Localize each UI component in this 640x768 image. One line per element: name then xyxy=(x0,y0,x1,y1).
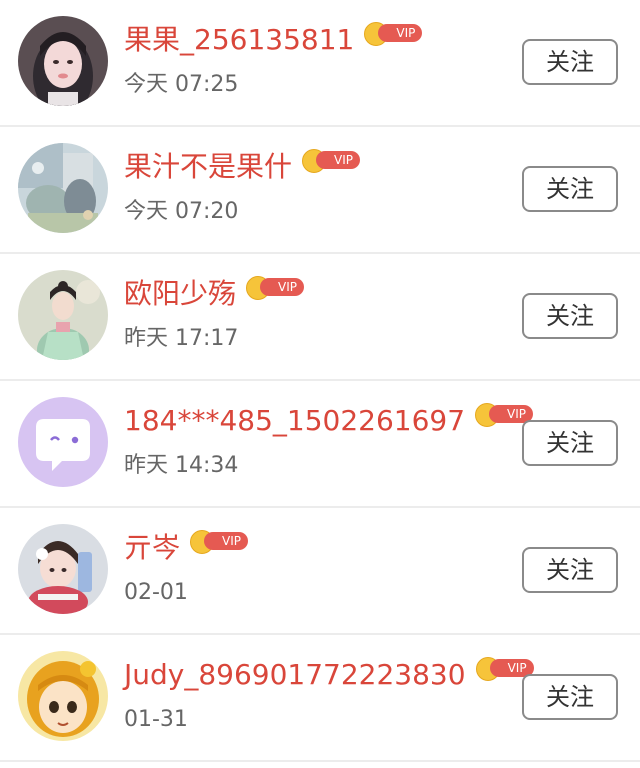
visit-time: 昨天 14:34 xyxy=(124,453,239,478)
vip-label: VIP xyxy=(378,24,423,42)
blurred-photo-avatar-icon xyxy=(18,143,108,233)
woman-portrait-avatar-icon xyxy=(18,16,108,106)
username[interactable]: 果果_256135811 xyxy=(124,20,354,60)
vip-label: VIP xyxy=(260,278,305,296)
username[interactable]: Judy_896901772223830 xyxy=(124,655,466,695)
avatar[interactable] xyxy=(18,397,108,487)
avatar[interactable] xyxy=(18,143,108,233)
username[interactable]: 欧阳少殇 xyxy=(124,274,236,314)
follow-button[interactable]: 关注 xyxy=(522,420,618,466)
avatar[interactable] xyxy=(18,651,108,741)
hanfu-girl-avatar-icon xyxy=(18,270,108,360)
user-row[interactable]: Judy_896901772223830 VIP 01-31 关注 xyxy=(0,635,640,762)
vip-badge: VIP xyxy=(364,22,424,46)
visit-time: 今天 07:20 xyxy=(124,199,239,224)
follow-button[interactable]: 关注 xyxy=(522,166,618,212)
username[interactable]: 184***485_1502261697 xyxy=(124,401,465,441)
follow-button[interactable]: 关注 xyxy=(522,547,618,593)
visit-time: 02-01 xyxy=(124,580,188,605)
girl-with-flower-avatar-icon xyxy=(18,524,108,614)
follow-button[interactable]: 关注 xyxy=(522,39,618,85)
follow-button[interactable]: 关注 xyxy=(522,674,618,720)
vip-label: VIP xyxy=(316,151,361,169)
default-chat-bubble-avatar-icon xyxy=(18,397,108,487)
avatar[interactable] xyxy=(18,16,108,106)
user-row[interactable]: 亓岑 VIP 02-01 关注 xyxy=(0,508,640,635)
vip-label: VIP xyxy=(204,532,249,550)
avatar[interactable] xyxy=(18,524,108,614)
avatar[interactable] xyxy=(18,270,108,360)
cartoon-girl-avatar-icon xyxy=(18,651,108,741)
vip-badge: VIP xyxy=(302,149,362,173)
username[interactable]: 果汁不是果什 xyxy=(124,147,292,187)
user-row[interactable]: 果汁不是果什 VIP 今天 07:20 关注 xyxy=(0,127,640,254)
user-row[interactable]: 果果_256135811 VIP 今天 07:25 关注 xyxy=(0,0,640,127)
follow-button[interactable]: 关注 xyxy=(522,293,618,339)
user-row[interactable]: 184***485_1502261697 VIP 昨天 14:34 关注 xyxy=(0,381,640,508)
user-row[interactable]: 欧阳少殇 VIP 昨天 17:17 关注 xyxy=(0,254,640,381)
visit-time: 01-31 xyxy=(124,707,188,732)
follower-list: 果果_256135811 VIP 今天 07:25 关注 果汁不是果什 VIP … xyxy=(0,0,640,768)
vip-badge: VIP xyxy=(190,530,250,554)
vip-badge: VIP xyxy=(246,276,306,300)
visit-time: 昨天 17:17 xyxy=(124,326,239,351)
visit-time: 今天 07:25 xyxy=(124,72,239,97)
username[interactable]: 亓岑 xyxy=(124,528,180,568)
